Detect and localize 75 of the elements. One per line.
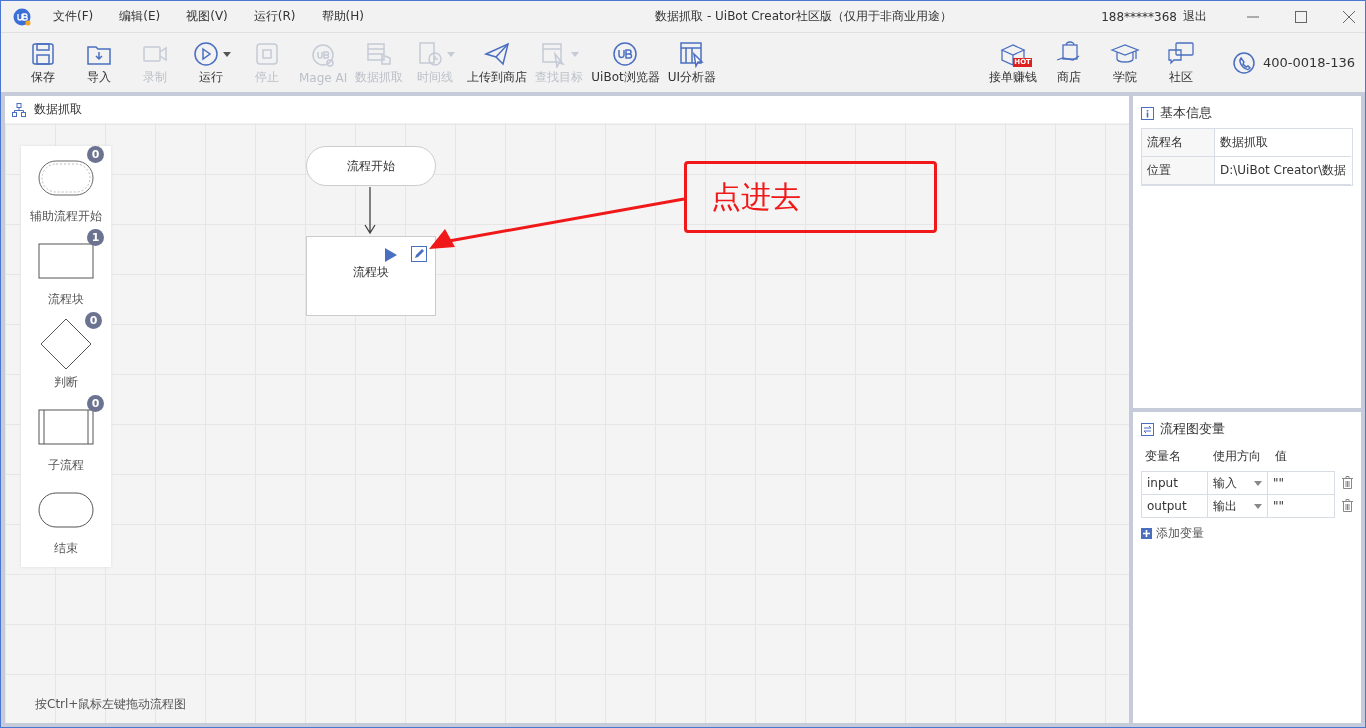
phone-icon: [1232, 51, 1255, 74]
menu-item[interactable]: 帮助(H): [319, 8, 366, 25]
property-name: 位置: [1142, 157, 1215, 185]
property-value: D:\UiBot Creator\数据: [1215, 157, 1351, 185]
count-badge: 0: [87, 395, 104, 412]
variable-name-field[interactable]: output: [1141, 494, 1208, 518]
add-variable-button[interactable]: 添加变量: [1141, 525, 1353, 542]
flowchart-icon: [12, 102, 26, 117]
user-account: 188*****368: [1101, 9, 1177, 24]
app-logo-icon: [13, 7, 31, 26]
flowchart-canvas[interactable]: 0 辅助流程开始 1 流程块 0 判断 0 子流程 结束 流程开始 流程块 点进去 按Ctrl+鼠标左键拖动流程图: [5, 123, 1129, 723]
save-icon: [29, 40, 57, 68]
variable-name-field[interactable]: input: [1141, 471, 1208, 495]
browser-logo-icon: [611, 40, 640, 68]
canvas-hint: 按Ctrl+鼠标左键拖动流程图: [35, 696, 187, 713]
paper-plane-icon: [483, 40, 512, 68]
edit-icon[interactable]: [411, 246, 427, 262]
shape-label: 判断: [54, 374, 78, 391]
toolbar-button[interactable]: 上传到商店: [463, 39, 532, 86]
count-badge: 1: [87, 229, 104, 246]
connector-arrow: [364, 187, 376, 235]
menu-item[interactable]: 运行(R): [251, 8, 298, 25]
property-value: 数据抓取: [1215, 129, 1351, 157]
menu-item[interactable]: 视图(V): [184, 8, 230, 25]
shape-label: 辅助流程开始: [30, 208, 102, 225]
toolbar-button[interactable]: UI分析器: [663, 39, 720, 86]
terminal-shape[interactable]: [38, 492, 94, 528]
caret-icon: [1254, 480, 1262, 486]
menu-item[interactable]: 文件(F): [51, 8, 96, 25]
toolbar-button[interactable]: 导入: [71, 39, 127, 86]
toolbar-button[interactable]: 保存: [15, 39, 71, 86]
variables-icon: [1141, 422, 1154, 436]
toolbar-button[interactable]: 运行: [183, 39, 239, 86]
dashed-terminal-shape[interactable]: [38, 160, 94, 196]
caret-icon: [1254, 503, 1262, 509]
variable-value-field[interactable]: "": [1267, 471, 1335, 495]
annotation-text: 点进去: [711, 177, 801, 216]
grid-cursor-icon: [677, 40, 706, 68]
maximize-icon[interactable]: [1295, 10, 1307, 23]
column-header: 使用方向: [1213, 448, 1262, 465]
logout-link[interactable]: 退出: [1183, 8, 1207, 25]
subprocess-shape[interactable]: [38, 409, 94, 445]
phone-number: 400-0018-136: [1262, 55, 1355, 70]
trash-icon[interactable]: [1342, 499, 1353, 512]
process-block-node[interactable]: 流程块: [306, 236, 436, 316]
panel-title: 基本信息: [1160, 104, 1212, 122]
toolbar-button[interactable]: 学院: [1096, 39, 1153, 86]
column-header: 值: [1275, 448, 1287, 465]
count-badge: 0: [87, 146, 104, 163]
play-icon[interactable]: [385, 248, 397, 262]
toolbar-button[interactable]: 商店: [1040, 39, 1097, 86]
node-label: 流程块: [353, 263, 389, 281]
stop-icon: [253, 40, 281, 68]
count-badge: 0: [85, 312, 102, 329]
menu-item[interactable]: 编辑(E): [117, 8, 163, 25]
trash-icon[interactable]: [1342, 476, 1353, 489]
toolbar-button[interactable]: UiBot浏览器: [587, 39, 664, 86]
info-icon: [1141, 106, 1154, 120]
shape-label: 流程块: [48, 291, 84, 308]
plus-icon: [1141, 528, 1152, 539]
toolbar-button[interactable]: 社区: [1152, 39, 1209, 86]
close-icon[interactable]: [1343, 10, 1355, 23]
shape-label: 子流程: [48, 457, 84, 474]
start-node[interactable]: 流程开始: [306, 146, 436, 186]
variable-value-field[interactable]: "": [1267, 494, 1335, 518]
shape-label: 结束: [54, 540, 78, 557]
property-name: 流程名: [1142, 129, 1215, 157]
rectangle-shape[interactable]: [38, 243, 94, 279]
panel-title: 流程图变量: [1160, 420, 1225, 438]
canvas-tab-title[interactable]: 数据抓取: [34, 101, 82, 118]
caret-icon[interactable]: [222, 51, 231, 57]
window-title: 数据抓取 - UiBot Creator社区版（仅用于非商业用途）: [654, 8, 952, 25]
column-header: 变量名: [1145, 448, 1182, 465]
play-icon: [191, 40, 220, 68]
diamond-shape[interactable]: [40, 318, 92, 370]
